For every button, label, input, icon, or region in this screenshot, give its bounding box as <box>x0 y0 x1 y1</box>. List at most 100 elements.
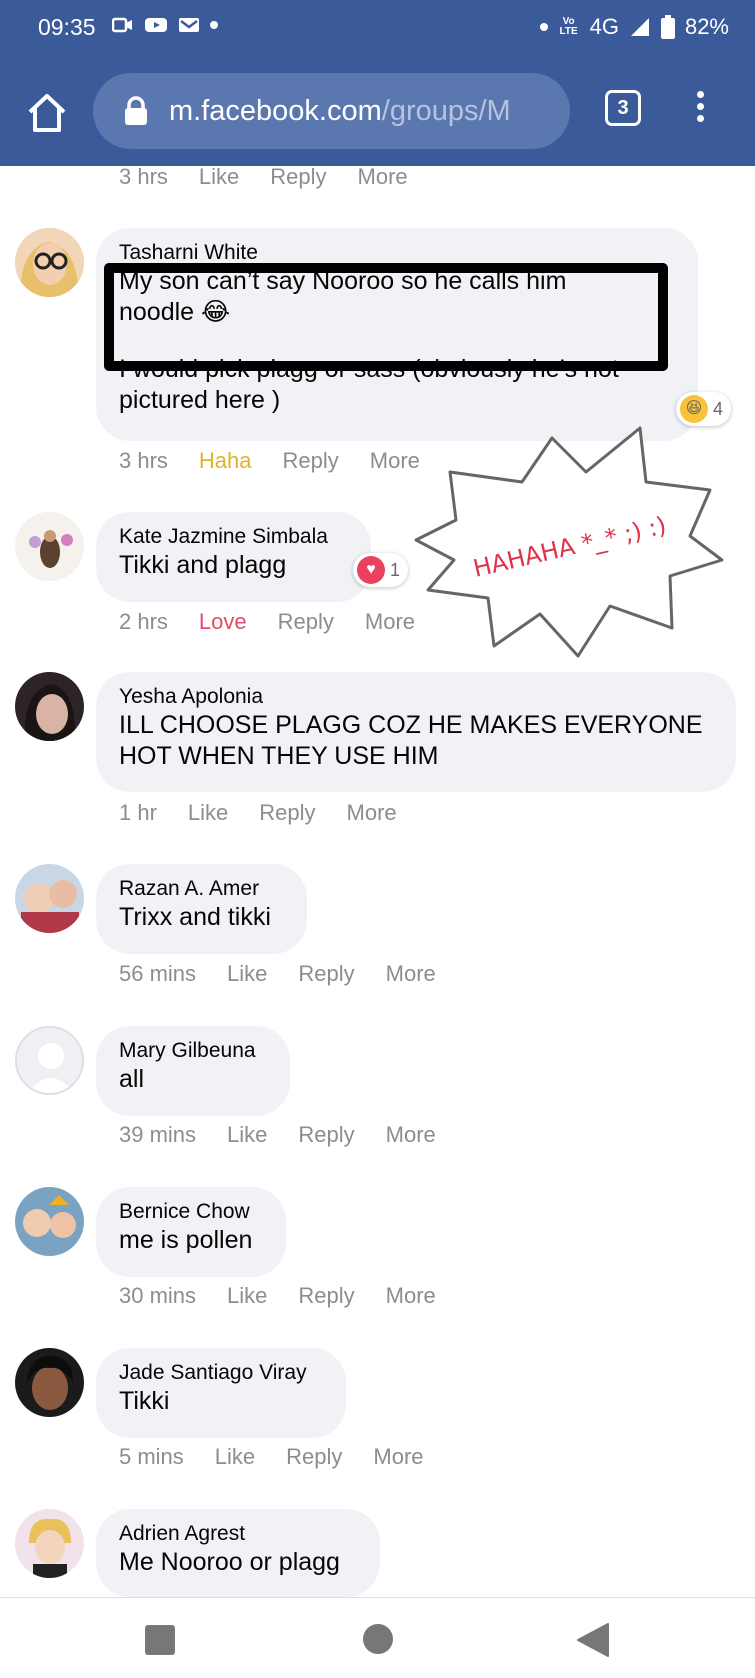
indicator-dot <box>539 23 548 31</box>
reply-link[interactable]: Reply <box>270 164 326 190</box>
more-link[interactable]: More <box>358 164 408 190</box>
url-host: m.facebook.com <box>169 94 382 127</box>
haha-link[interactable]: Haha <box>199 448 252 474</box>
tab-switcher-button[interactable]: 3 <box>605 90 641 126</box>
comment-actions: 2 hrs Love Reply More <box>119 609 446 635</box>
avatar[interactable] <box>15 864 84 933</box>
like-link[interactable]: Like <box>188 800 228 826</box>
comment-bubble[interactable]: Adrien Agrest Me Nooroo or plagg <box>96 1509 380 1597</box>
comment-actions: 3 hrs Haha Reply More <box>119 448 451 474</box>
comment-time: 56 mins <box>119 961 197 986</box>
comment-text: Tikki <box>119 1387 170 1415</box>
reply-link[interactable]: Reply <box>278 609 334 635</box>
reply-link[interactable]: Reply <box>286 1444 342 1470</box>
like-link[interactable]: Like <box>215 1444 255 1470</box>
home-icon[interactable] <box>24 90 70 136</box>
comment-bubble[interactable]: Jade Santiago Viray Tikki <box>96 1348 346 1438</box>
reaction-count: 4 <box>713 398 724 419</box>
comment-author[interactable]: Kate Jazmine Simbala <box>119 524 349 550</box>
avatar[interactable] <box>15 1187 84 1256</box>
reply-link[interactable]: Reply <box>298 1122 354 1148</box>
comment-actions: 30 mins Like Reply More <box>119 1283 467 1309</box>
hahaha-burst-sticker: HAHAHA *_* ;) :) <box>414 426 724 658</box>
browser-toolbar: m.facebook.com/groups/M 3 <box>0 60 755 166</box>
comment-author[interactable]: Jade Santiago Viray <box>119 1360 324 1386</box>
comment-actions: 39 mins Like Reply More <box>119 1122 467 1148</box>
system-indicators: Vo LTE 4G 82% <box>539 14 729 40</box>
recents-icon[interactable] <box>145 1625 175 1655</box>
url-path: /groups/M <box>381 94 511 127</box>
reply-link[interactable]: Reply <box>298 1283 354 1309</box>
comment-author[interactable]: Yesha Apolonia <box>119 684 714 710</box>
default-avatar-icon[interactable] <box>15 1026 84 1095</box>
love-reaction-icon: ♥ <box>357 556 385 584</box>
comment-author[interactable]: Razan A. Amer <box>119 876 285 902</box>
system-navigation-bar <box>0 1597 755 1678</box>
avatar[interactable] <box>15 1348 84 1417</box>
clock: 09:35 <box>38 14 96 40</box>
comment-author[interactable]: Adrien Agrest <box>119 1521 358 1547</box>
comment-time: 1 hr <box>119 800 157 825</box>
like-link[interactable]: Like <box>227 961 267 987</box>
avatar[interactable] <box>15 672 84 741</box>
comment-author[interactable]: Mary Gilbeuna <box>119 1038 268 1064</box>
comment-time: 39 mins <box>119 1122 197 1147</box>
comment-text-line: pictured here ) <box>119 386 281 414</box>
comment-actions: 5 mins Like Reply More <box>119 1444 455 1470</box>
reply-link[interactable]: Reply <box>283 448 339 474</box>
comment-time: 3 hrs <box>119 164 168 189</box>
avatar[interactable] <box>15 1509 84 1578</box>
comment-text-line: ILL CHOOSE PLAGG COZ HE MAKES EVERYONE <box>119 711 703 739</box>
lock-icon <box>125 96 147 125</box>
signal-icon <box>630 18 649 36</box>
back-icon[interactable] <box>576 1622 610 1658</box>
comment-time: 3 hrs <box>119 448 168 473</box>
video-call-icon <box>112 17 132 33</box>
comment-bubble[interactable]: Bernice Chow me is pollen <box>96 1187 286 1277</box>
comment-text: Trixx and tikki <box>119 903 271 931</box>
comment-bubble[interactable]: Kate Jazmine Simbala Tikki and plagg <box>96 512 371 602</box>
reply-link[interactable]: Reply <box>259 800 315 826</box>
comment-text: me is pollen <box>119 1226 253 1254</box>
more-link[interactable]: More <box>347 800 397 826</box>
avatar[interactable] <box>15 228 84 297</box>
comment-time: 2 hrs <box>119 609 168 634</box>
more-link[interactable]: More <box>386 1283 436 1309</box>
comment-time: 5 mins <box>119 1444 184 1469</box>
like-link[interactable]: Like <box>227 1283 267 1309</box>
network-type: 4G <box>589 14 619 39</box>
comment-actions: 56 mins Like Reply More <box>119 961 467 987</box>
reaction-count: 1 <box>390 559 401 580</box>
comment-bubble[interactable]: Razan A. Amer Trixx and tikki <box>96 864 307 954</box>
avatar[interactable] <box>15 512 84 581</box>
comment-author[interactable]: Bernice Chow <box>119 1199 264 1225</box>
comment-actions: 3 hrs Like Reply More <box>119 164 439 190</box>
status-bar: 09:35 Vo LTE 4G 82% <box>0 0 755 60</box>
reply-link[interactable]: Reply <box>298 961 354 987</box>
love-link[interactable]: Love <box>199 609 247 635</box>
more-link[interactable]: More <box>365 609 415 635</box>
comment-bubble[interactable]: Mary Gilbeuna all <box>96 1026 290 1116</box>
more-link[interactable]: More <box>386 961 436 987</box>
like-link[interactable]: Like <box>227 1122 267 1148</box>
home-nav-icon[interactable] <box>363 1624 393 1654</box>
url-bar[interactable]: m.facebook.com/groups/M <box>93 73 570 149</box>
comment-text: Me Nooroo or plagg <box>119 1548 340 1576</box>
comment-bubble[interactable]: Yesha Apolonia ILL CHOOSE PLAGG COZ HE M… <box>96 672 736 792</box>
comment-text: all <box>119 1065 145 1093</box>
more-link[interactable]: More <box>386 1122 436 1148</box>
gmail-icon <box>179 18 199 32</box>
comment-actions: 1 hr Like Reply More <box>119 800 428 826</box>
comment-time: 30 mins <box>119 1283 197 1308</box>
haha-reaction-icon: 😆 <box>680 395 708 423</box>
reaction-summary[interactable]: ♥ 1 <box>353 553 409 587</box>
more-link[interactable]: More <box>373 1444 423 1470</box>
more-notifications-dot <box>210 21 218 29</box>
like-link[interactable]: Like <box>199 164 239 190</box>
notification-icons <box>112 16 218 34</box>
highlight-rectangle <box>104 263 668 371</box>
volte-icon: Vo LTE <box>559 16 578 37</box>
battery-percent: 82% <box>684 14 729 39</box>
overflow-menu-icon[interactable] <box>690 88 710 128</box>
comment-text: Tikki and plagg <box>119 551 287 579</box>
